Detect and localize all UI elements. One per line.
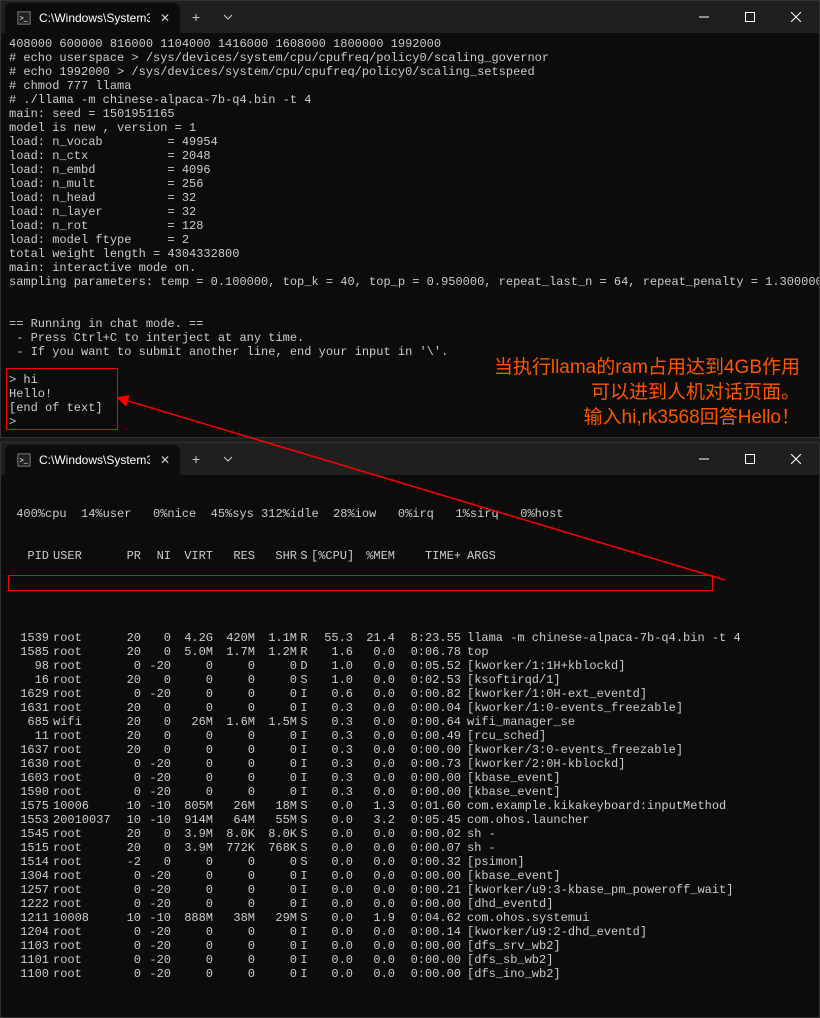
close-tab-icon[interactable]: ✕	[158, 453, 172, 467]
process-row: 15751000610-10805M26M18MS0.01.30:01.60co…	[9, 799, 811, 813]
process-row: 1629root0-20000I0.60.00:00.82[kworker/1:…	[9, 687, 811, 701]
svg-text:>_: >_	[20, 16, 28, 23]
process-row: 1257root0-20000I0.00.00:00.21[kworker/u9…	[9, 883, 811, 897]
terminal-window-bottom: >_ C:\Windows\System32\cmd.e ✕ + 400%cpu…	[0, 442, 820, 1018]
tab-title-top: C:\Windows\System32\cmd.e	[39, 11, 150, 25]
annotation-line1: 当执行llama的ram占用达到4GB作用	[400, 355, 800, 380]
close-tab-icon[interactable]: ✕	[158, 11, 172, 25]
process-row: 1515root2003.9M772K768KS0.00.00:00.07sh …	[9, 841, 811, 855]
process-row: 15532001003710-10914M64M55MS0.03.20:05.4…	[9, 813, 811, 827]
hdr-mem: %MEM	[353, 549, 395, 563]
titlebar-drag-area[interactable]	[244, 1, 681, 33]
hdr-cpu: [%CPU]	[311, 549, 353, 563]
hdr-args: ARGS	[461, 549, 811, 563]
hdr-virt: VIRT	[171, 549, 213, 563]
process-row: 1545root2003.9M8.0K8.0KS0.00.00:00.02sh …	[9, 827, 811, 841]
process-row: 1304root0-20000I0.00.00:00.00[kbase_even…	[9, 869, 811, 883]
process-row: 1101root0-20000I0.00.00:00.00[dfs_sb_wb2…	[9, 953, 811, 967]
titlebar-bottom: >_ C:\Windows\System32\cmd.e ✕ +	[1, 443, 819, 475]
svg-text:>_: >_	[20, 458, 28, 465]
minimize-button[interactable]	[681, 1, 727, 33]
process-row: 1204root0-20000I0.00.00:00.14[kworker/u9…	[9, 925, 811, 939]
process-row: 1590root0-20000I0.30.00:00.00[kbase_even…	[9, 785, 811, 799]
tab-cmd-top[interactable]: >_ C:\Windows\System32\cmd.e ✕	[5, 3, 180, 33]
tab-dropdown-button[interactable]	[212, 1, 244, 33]
process-row: 1631root200000I0.30.00:00.04[kworker/1:0…	[9, 701, 811, 715]
terminal-output-bottom[interactable]: 400%cpu 14%user 0%nice 45%sys 312%idle 2…	[1, 475, 819, 1017]
process-row: 11root200000I0.30.00:00.49[rcu_sched]	[9, 729, 811, 743]
titlebar-drag-area[interactable]	[244, 443, 681, 475]
process-row: 1514root-20000S0.00.00:00.32[psimon]	[9, 855, 811, 869]
hdr-s: S	[297, 549, 311, 563]
process-row: 98root0-20000D1.00.00:05.52[kworker/1:1H…	[9, 659, 811, 673]
process-row: 1539root2004.2G420M1.1MR55.321.48:23.55l…	[9, 631, 811, 645]
tab-dropdown-button[interactable]	[212, 443, 244, 475]
hdr-shr: SHR	[255, 549, 297, 563]
cmd-icon: >_	[17, 11, 31, 25]
process-row: 12111000810-10888M38M29MS0.01.90:04.62co…	[9, 911, 811, 925]
process-row: 1637root200000I0.30.00:00.00[kworker/3:0…	[9, 743, 811, 757]
close-button[interactable]	[773, 1, 819, 33]
hdr-ni: NI	[141, 549, 171, 563]
process-row: 1103root0-20000I0.00.00:00.00[dfs_srv_wb…	[9, 939, 811, 953]
process-row: 1222root0-20000I0.00.00:00.00[dhd_eventd…	[9, 897, 811, 911]
maximize-button[interactable]	[727, 443, 773, 475]
process-row: 16root200000S1.00.00:02.53[ksoftirqd/1]	[9, 673, 811, 687]
new-tab-button[interactable]: +	[180, 443, 212, 475]
process-row: 1630root0-20000I0.30.00:00.73[kworker/2:…	[9, 757, 811, 771]
process-row: 1603root0-20000I0.30.00:00.00[kbase_even…	[9, 771, 811, 785]
annotation-line2: 可以进到人机对话页面。	[400, 380, 800, 405]
close-button[interactable]	[773, 443, 819, 475]
maximize-button[interactable]	[727, 1, 773, 33]
minimize-button[interactable]	[681, 443, 727, 475]
hdr-time: TIME+	[395, 549, 461, 563]
hdr-pr: PR	[113, 549, 141, 563]
process-row: 685wifi20026M1.6M1.5MS0.30.00:00.64wifi_…	[9, 715, 811, 729]
cmd-icon: >_	[17, 453, 31, 467]
process-list: 1539root2004.2G420M1.1MR55.321.48:23.55l…	[9, 631, 811, 981]
process-header-row: PID USER PR NI VIRT RES SHR S [%CPU] %ME…	[9, 549, 811, 563]
process-row: 1100root0-20000I0.00.00:00.00[dfs_ino_wb…	[9, 967, 811, 981]
hdr-user: USER	[49, 549, 113, 563]
annotation-text: 当执行llama的ram占用达到4GB作用 可以进到人机对话页面。 输入hi,r…	[400, 355, 800, 430]
annotation-line3: 输入hi,rk3568回答Hello！	[400, 405, 800, 430]
tab-title-bottom: C:\Windows\System32\cmd.e	[39, 453, 150, 467]
new-tab-button[interactable]: +	[180, 1, 212, 33]
process-row: 1585root2005.0M1.7M1.2MR1.60.00:06.78top	[9, 645, 811, 659]
cpu-summary-line: 400%cpu 14%user 0%nice 45%sys 312%idle 2…	[9, 507, 811, 521]
tab-cmd-bottom[interactable]: >_ C:\Windows\System32\cmd.e ✕	[5, 445, 180, 475]
hdr-res: RES	[213, 549, 255, 563]
hdr-pid: PID	[9, 549, 49, 563]
titlebar-top: >_ C:\Windows\System32\cmd.e ✕ +	[1, 1, 819, 33]
